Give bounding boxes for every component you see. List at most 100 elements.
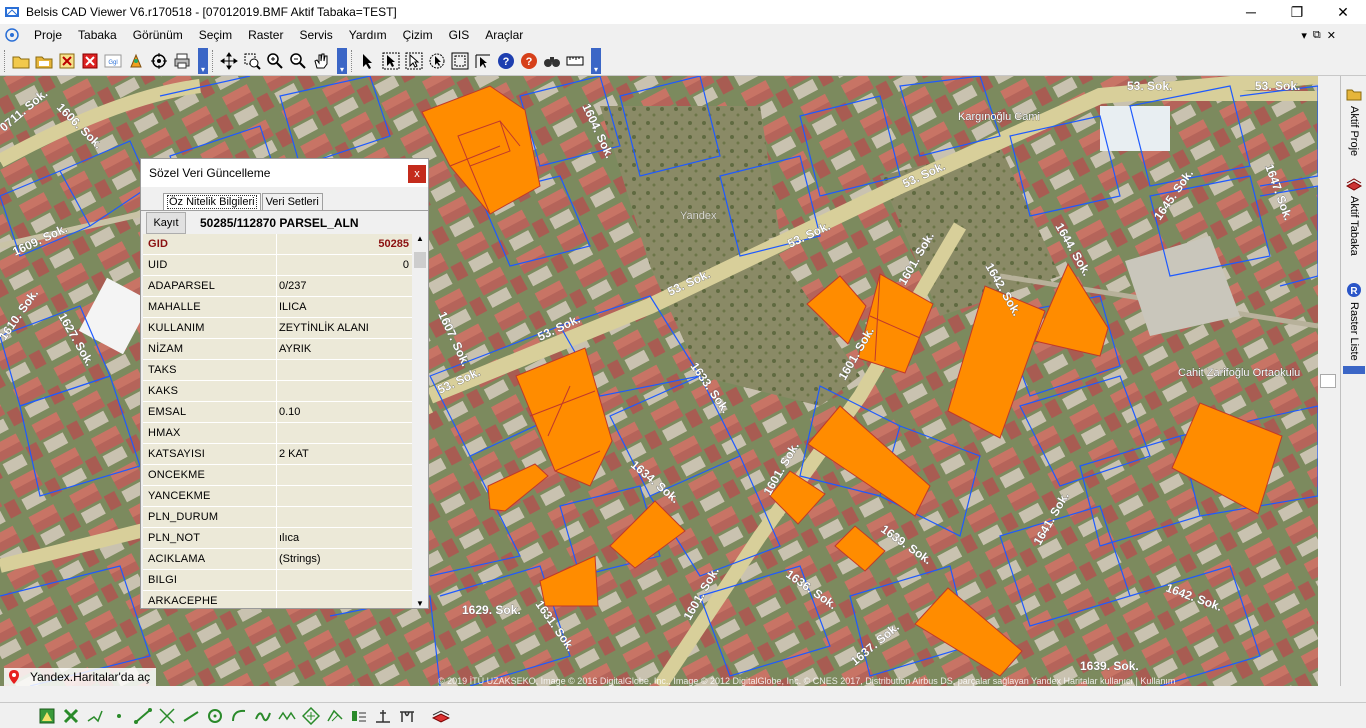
select-window-button[interactable] <box>380 50 402 72</box>
select-button[interactable] <box>357 50 379 72</box>
maximize-button[interactable]: ❐ <box>1274 0 1320 24</box>
table-row[interactable]: YANCEKME <box>143 486 412 507</box>
zoom-window-button[interactable] <box>241 50 263 72</box>
text-button[interactable] <box>348 705 370 727</box>
draw-segment-button[interactable] <box>180 705 202 727</box>
row-value[interactable]: ILICA <box>277 297 412 317</box>
draw-wave-button[interactable] <box>276 705 298 727</box>
tab-veri-setleri[interactable]: Veri Setleri <box>261 193 323 210</box>
close-button[interactable]: ✕ <box>1320 0 1366 24</box>
menu-araclar[interactable]: Araçlar <box>477 24 531 46</box>
table-row[interactable]: UID 0 <box>143 255 412 276</box>
row-value[interactable] <box>277 381 412 401</box>
row-value[interactable] <box>277 423 412 443</box>
table-row[interactable]: TAKS <box>143 360 412 381</box>
save-button[interactable]: Kayıt <box>146 211 186 234</box>
table-row[interactable]: GID 50285 <box>143 234 412 255</box>
zoom-out-button[interactable] <box>287 50 309 72</box>
draw-point-button[interactable] <box>108 705 130 727</box>
row-value[interactable]: AYRIK <box>277 339 412 359</box>
scroll-down-icon[interactable]: ▼ <box>412 599 428 608</box>
table-button[interactable] <box>396 705 418 727</box>
table-row[interactable]: PLN_NOT ılıca <box>143 528 412 549</box>
zoom-in-button[interactable] <box>264 50 286 72</box>
table-row[interactable]: KULLANIM ZEYTİNLİK ALANI <box>143 318 412 339</box>
toolbar-grip-2[interactable] <box>212 49 216 72</box>
draw-curve-button[interactable] <box>252 705 274 727</box>
menu-gorunum[interactable]: Görünüm <box>125 24 191 46</box>
table-row[interactable]: KATSAYISI 2 KAT <box>143 444 412 465</box>
select-add-button[interactable] <box>403 50 425 72</box>
yandex-link[interactable]: Yandex.Haritalar'da aç <box>4 668 157 686</box>
menu-tabaka[interactable]: Tabaka <box>70 24 125 46</box>
menu-raster[interactable]: Raster <box>240 24 291 46</box>
menu-proje[interactable]: Proje <box>26 24 70 46</box>
select-polygon-button[interactable] <box>449 50 471 72</box>
row-value[interactable] <box>277 360 412 380</box>
delete-button[interactable] <box>79 50 101 72</box>
layer-stack-button[interactable] <box>430 705 452 727</box>
map-scroll-thumb[interactable] <box>1320 374 1336 388</box>
table-row[interactable]: ONCEKME <box>143 465 412 486</box>
select-line-button[interactable] <box>472 50 494 72</box>
mdi-restore-button[interactable]: ⧉ <box>1313 29 1321 42</box>
target-button[interactable] <box>148 50 170 72</box>
context-help-button[interactable]: ? <box>518 50 540 72</box>
row-value[interactable] <box>277 570 412 590</box>
system-menu-icon[interactable] <box>4 27 20 43</box>
layer-button[interactable] <box>125 50 147 72</box>
draw-arc-button[interactable] <box>228 705 250 727</box>
toolbar-overflow-1[interactable]: ▾ <box>198 47 208 74</box>
menu-yardim[interactable]: Yardım <box>341 24 395 46</box>
map-view[interactable]: 53. Sok. 53. Sok. 53. Sok. 53. Sok. 53. … <box>0 76 1318 686</box>
mdi-close-button[interactable]: ✕ <box>1327 29 1336 42</box>
menu-gis[interactable]: GIS <box>441 24 478 46</box>
draw-polyline-button[interactable] <box>84 705 106 727</box>
table-row[interactable]: BILGI <box>143 570 412 591</box>
menu-secim[interactable]: Seçim <box>191 24 240 46</box>
tab-aktif-tabaka[interactable]: Aktif Tabaka <box>1344 176 1364 256</box>
row-value[interactable] <box>277 591 412 608</box>
table-row[interactable]: ACIKLAMA (Strings) <box>143 549 412 570</box>
row-value[interactable]: 50285 <box>277 234 412 254</box>
tab-aktif-proje[interactable]: Aktif Proje <box>1344 86 1364 156</box>
panel-overflow-button[interactable] <box>1343 366 1365 374</box>
draw-line-button[interactable] <box>132 705 154 727</box>
table-row[interactable]: MAHALLE ILICA <box>143 297 412 318</box>
draw-area-button[interactable] <box>36 705 58 727</box>
row-value[interactable] <box>277 465 412 485</box>
dimension-button[interactable] <box>372 705 394 727</box>
intersect-button[interactable] <box>156 705 178 727</box>
pan-button[interactable] <box>218 50 240 72</box>
open-folder-button[interactable] <box>10 50 32 72</box>
table-row[interactable]: NİZAM AYRIK <box>143 339 412 360</box>
delete-object-button[interactable] <box>60 705 82 727</box>
hatch-button[interactable] <box>324 705 346 727</box>
map-scrollbar[interactable] <box>1318 76 1340 686</box>
row-value[interactable] <box>277 486 412 506</box>
toolbar-grip[interactable] <box>4 49 8 72</box>
row-value[interactable]: 0 <box>277 255 412 275</box>
menu-cizim[interactable]: Çizim <box>395 24 441 46</box>
draw-circle-button[interactable] <box>204 705 226 727</box>
row-value[interactable]: ılıca <box>277 528 412 548</box>
tab-oz-nitelik[interactable]: Öz Nitelik Bilgileri <box>163 193 261 210</box>
table-row[interactable]: HMAX <box>143 423 412 444</box>
row-value[interactable]: (Strings) <box>277 549 412 569</box>
toolbar-overflow-3[interactable]: ▾ <box>591 47 601 74</box>
table-row[interactable]: ADAPARSEL 0/237 <box>143 276 412 297</box>
tab-raster-liste[interactable]: R Raster Liste <box>1344 282 1364 361</box>
dialog-close-button[interactable]: x <box>408 165 426 183</box>
table-row[interactable]: EMSAL 0.10 <box>143 402 412 423</box>
minimize-button[interactable]: ─ <box>1228 0 1274 24</box>
row-value[interactable]: 0.10 <box>277 402 412 422</box>
row-value[interactable]: 0/237 <box>277 276 412 296</box>
scroll-up-icon[interactable]: ▲ <box>412 234 428 243</box>
snap-button[interactable] <box>300 705 322 727</box>
google-button[interactable]: Ggl <box>102 50 124 72</box>
measure-button[interactable] <box>564 50 586 72</box>
table-row[interactable]: PLN_DURUM <box>143 507 412 528</box>
mdi-menu-button[interactable]: ▾ <box>1301 29 1307 42</box>
grid-scrollbar[interactable]: ▲ ▼ <box>412 234 428 608</box>
menu-servis[interactable]: Servis <box>291 24 340 46</box>
